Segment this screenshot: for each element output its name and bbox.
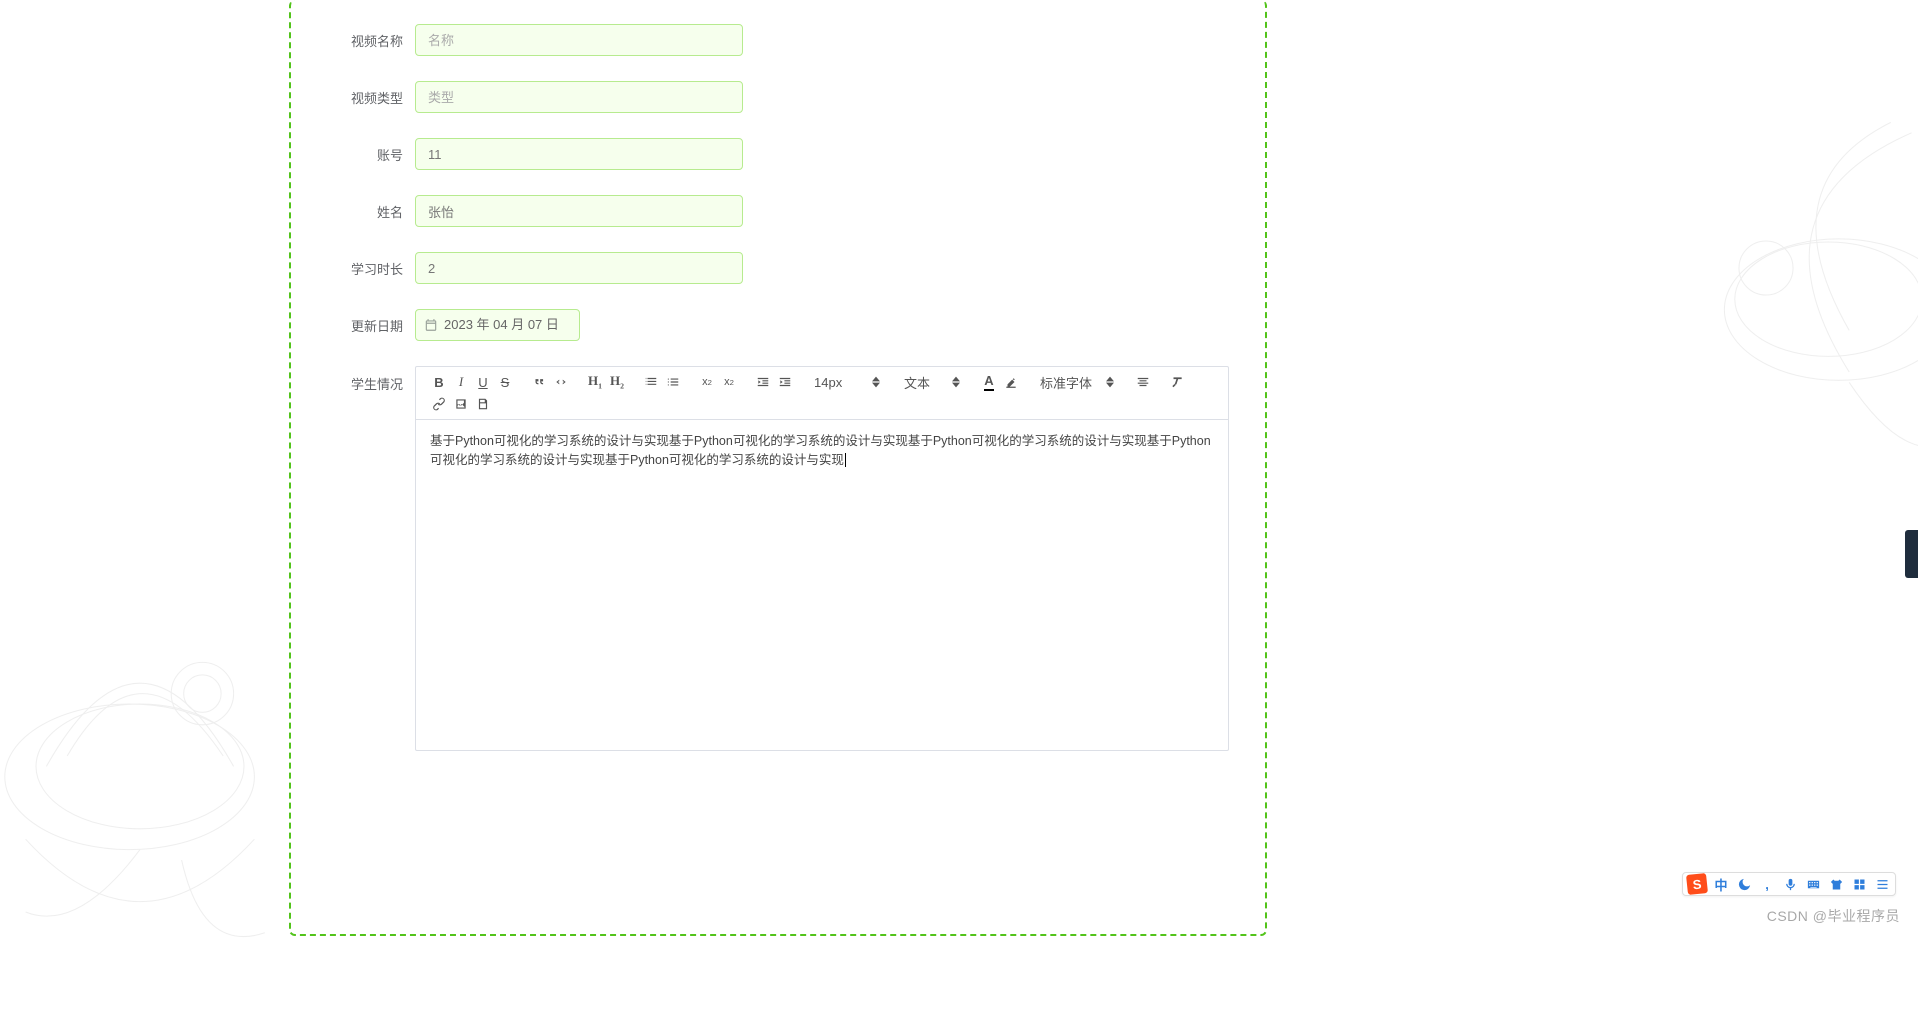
align-icon xyxy=(1136,375,1150,389)
ime-skin-icon[interactable] xyxy=(1827,875,1845,893)
bold-button[interactable]: B xyxy=(428,371,450,393)
align-button[interactable] xyxy=(1132,371,1154,393)
rich-text-editor: B I U S H1 H2 xyxy=(415,366,1229,751)
ime-tools-icon[interactable] xyxy=(1850,875,1868,893)
font-color-button[interactable]: A xyxy=(978,371,1000,393)
image-icon xyxy=(454,397,468,411)
input-video-type[interactable] xyxy=(415,81,743,113)
feedback-tab[interactable] xyxy=(1905,530,1918,578)
link-icon xyxy=(432,397,446,411)
ol-icon xyxy=(644,375,658,389)
image-button[interactable] xyxy=(450,393,472,415)
outdent-icon xyxy=(756,375,770,389)
block-format-select[interactable]: 文本 xyxy=(898,371,966,393)
save-icon xyxy=(476,397,490,411)
code-icon xyxy=(554,375,568,389)
ime-punct-button[interactable]: , xyxy=(1758,875,1776,893)
caret-icon xyxy=(952,376,960,388)
subscript-button[interactable]: x2 xyxy=(696,371,718,393)
update-date-value: 2023 年 04 月 07 日 xyxy=(444,310,559,340)
strike-button[interactable]: S xyxy=(494,371,516,393)
caret-icon xyxy=(872,376,880,388)
superscript-button[interactable]: x2 xyxy=(718,371,740,393)
indent-button[interactable] xyxy=(774,371,796,393)
ul-icon xyxy=(666,375,680,389)
ime-moon-icon[interactable] xyxy=(1735,875,1753,893)
bg-lotus-left xyxy=(0,496,320,1016)
clear-format-button[interactable] xyxy=(1166,371,1188,393)
calendar-icon xyxy=(424,318,438,332)
ime-mic-icon[interactable] xyxy=(1781,875,1799,893)
input-name[interactable] xyxy=(415,195,743,227)
font-family-value: 标准字体 xyxy=(1040,373,1092,392)
input-update-date[interactable]: 2023 年 04 月 07 日 xyxy=(415,309,580,341)
label-name: 姓名 xyxy=(325,202,415,221)
label-video-type: 视频类型 xyxy=(325,88,415,107)
highlight-icon xyxy=(1004,375,1018,389)
clear-icon xyxy=(1170,375,1184,389)
ime-logo-icon[interactable]: S xyxy=(1686,873,1708,895)
label-video-name: 视频名称 xyxy=(325,31,415,50)
h1-button[interactable]: H1 xyxy=(584,371,606,393)
underline-button[interactable]: U xyxy=(472,371,494,393)
input-video-name[interactable] xyxy=(415,24,743,56)
font-size-value: 14px xyxy=(814,375,842,390)
italic-button[interactable]: I xyxy=(450,371,472,393)
watermark-text: CSDN @毕业程序员 xyxy=(1767,906,1900,926)
link-button[interactable] xyxy=(428,393,450,415)
ime-tray: S 中 , xyxy=(1682,872,1896,896)
code-block-button[interactable] xyxy=(550,371,572,393)
blockquote-button[interactable] xyxy=(528,371,550,393)
ordered-list-button[interactable] xyxy=(640,371,662,393)
ime-settings-icon[interactable] xyxy=(1873,875,1891,893)
form-panel: 视频名称 视频类型 账号 姓名 学习时长 更新日期 2023 年 04 月 07… xyxy=(289,0,1267,936)
editor-content-area[interactable]: 基于Python可视化的学习系统的设计与实现基于Python可视化的学习系统的设… xyxy=(416,420,1228,750)
input-account[interactable] xyxy=(415,138,743,170)
label-account: 账号 xyxy=(325,145,415,164)
save-button[interactable] xyxy=(472,393,494,415)
caret-icon xyxy=(1106,376,1114,388)
indent-icon xyxy=(778,375,792,389)
background-color-button[interactable] xyxy=(1000,371,1022,393)
quote-icon xyxy=(532,375,546,389)
text-cursor xyxy=(845,453,846,467)
label-duration: 学习时长 xyxy=(325,259,415,278)
unordered-list-button[interactable] xyxy=(662,371,684,393)
block-format-value: 文本 xyxy=(904,373,930,392)
editor-toolbar: B I U S H1 H2 xyxy=(416,367,1228,420)
font-family-select[interactable]: 标准字体 xyxy=(1034,371,1120,393)
editor-content: 基于Python可视化的学习系统的设计与实现基于Python可视化的学习系统的设… xyxy=(430,434,1211,467)
bg-lotus-right xyxy=(1658,60,1918,580)
label-student-status: 学生情况 xyxy=(325,366,415,393)
label-update-date: 更新日期 xyxy=(325,316,415,335)
font-size-select[interactable]: 14px xyxy=(808,371,886,393)
input-duration[interactable] xyxy=(415,252,743,284)
ime-keyboard-icon[interactable] xyxy=(1804,875,1822,893)
h2-button[interactable]: H2 xyxy=(606,371,628,393)
ime-lang-button[interactable]: 中 xyxy=(1712,875,1730,893)
outdent-button[interactable] xyxy=(752,371,774,393)
